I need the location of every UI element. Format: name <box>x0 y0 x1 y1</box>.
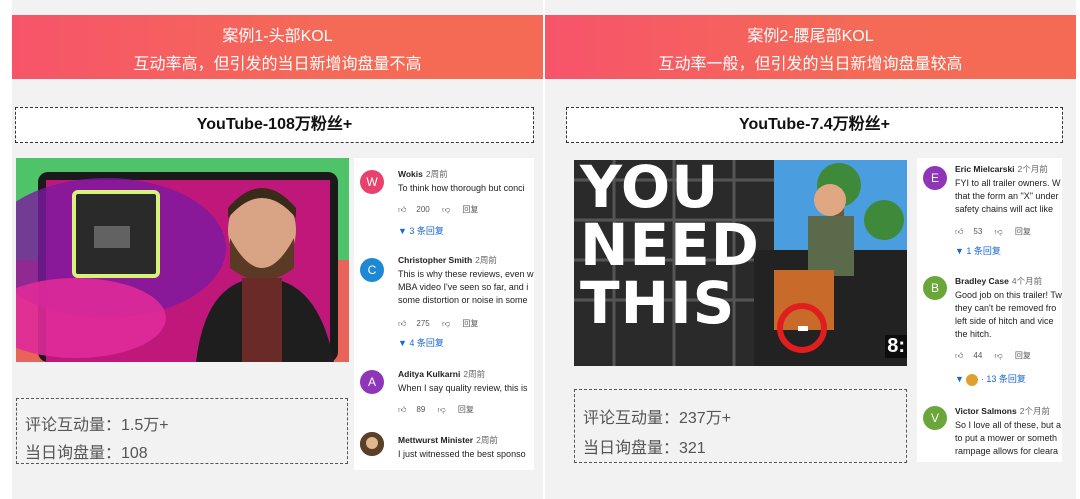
comment-actions: 👍︎ 200 👎︎ 回复 <box>398 204 488 215</box>
thumbs-up-icon[interactable]: 👍︎ <box>398 405 406 414</box>
comment-author[interactable]: Bradley Case 4个月前 <box>955 275 1042 287</box>
comment-text-line: they can't be removed fro <box>955 303 1057 313</box>
case-2-subtitle: 互动率一般，但引发的当日新增询盘量较高 <box>658 56 963 73</box>
comment-text-line: to put a mower or someth <box>955 433 1058 443</box>
case-2-banner: 案例2-腰尾部KOL 互动率一般，但引发的当日新增询盘量较高 <box>545 15 1076 79</box>
reply-button[interactable]: 回复 <box>1015 227 1031 236</box>
case-2-platform-label: YouTube-7.4万粉丝+ <box>566 107 1063 143</box>
caret-down-icon: ▼ <box>398 226 410 236</box>
case-1-panel: 案例1-头部KOL 互动率高，但引发的当日新增询盘量不高 YouTube-108… <box>12 0 543 499</box>
view-replies-button[interactable]: ▼ 1 条回复 <box>955 244 1001 257</box>
comment-item: B Bradley Case 4个月前 Good job on this trai… <box>917 270 1062 398</box>
comment-text-line: This is why these reviews, even w <box>398 269 534 279</box>
case-1-video-thumbnail[interactable] <box>16 158 349 362</box>
like-count: 53 <box>973 227 983 236</box>
thumbs-up-icon[interactable]: 👍︎ <box>955 227 963 236</box>
comment-text: I just witnessed the best sponso <box>398 449 526 459</box>
daily-inquiries-stat: 当日询盘量：321 <box>583 440 706 457</box>
comment-actions: 👍︎ 89 👎︎ 回复 <box>398 404 484 415</box>
comment-text-line: MBA video I've seen so far, and i <box>398 282 529 292</box>
comment-author[interactable]: Victor Salmons 2个月前 <box>955 405 1050 417</box>
creator-avatar <box>966 373 979 386</box>
avatar[interactable]: E <box>923 166 947 190</box>
thumbs-down-icon[interactable]: 👎︎ <box>442 319 450 328</box>
video-duration: 8: <box>885 335 907 358</box>
thumbs-up-icon[interactable]: 👍︎ <box>398 319 406 328</box>
thumbs-up-icon[interactable]: 👍︎ <box>398 205 406 214</box>
comment-text-line: safety chains will act like <box>955 204 1054 214</box>
daily-inquiries-stat: 当日询盘量：108 <box>25 445 148 462</box>
avatar[interactable]: B <box>923 276 947 300</box>
comment-item: A Aditya Kulkarni 2周前 When I say quality … <box>354 366 534 428</box>
avatar[interactable]: W <box>360 170 384 194</box>
thumbnail-caption: YOU NEED THIS <box>580 160 760 337</box>
avatar[interactable]: A <box>360 370 384 394</box>
view-replies-button[interactable]: ▼ · 13 条回复 <box>955 372 1026 386</box>
comment-item: E Eric Mielcarski 2个月前 FYI to all trailer… <box>917 158 1062 268</box>
caret-down-icon: ▼ <box>955 374 967 384</box>
comment-text-line: So I love all of these, but a <box>955 420 1062 430</box>
comment-item: Mettwurst Minister 2周前 I just witnessed t… <box>354 428 534 468</box>
thumbs-down-icon[interactable]: 👎︎ <box>442 205 450 214</box>
like-count: 44 <box>973 351 983 360</box>
case-1-title: 案例1-头部KOL <box>222 28 333 45</box>
reply-button[interactable]: 回复 <box>458 405 474 414</box>
laptop-review-illustration <box>16 158 349 362</box>
thumbs-up-icon[interactable]: 👍︎ <box>955 351 963 360</box>
comment-text: To think how thorough but conci <box>398 183 525 193</box>
view-replies-button[interactable]: ▼ 3 条回复 <box>398 224 444 237</box>
case-1-comments-panel: W Wokis 2周前 To think how thorough but con… <box>354 158 534 470</box>
avatar[interactable] <box>360 432 384 456</box>
reply-button[interactable]: 回复 <box>462 205 478 214</box>
comment-text-line: Good job on this trailer! Tw <box>955 290 1062 300</box>
thumbs-down-icon[interactable]: 👎︎ <box>438 405 446 414</box>
comment-item: W Wokis 2周前 To think how thorough but con… <box>354 158 534 248</box>
like-count: 275 <box>416 319 430 328</box>
comment-interactions-stat: 评论互动量：1.5万+ <box>25 417 169 434</box>
comment-author[interactable]: Mettwurst Minister 2周前 <box>398 434 498 446</box>
comment-text-line: that the form an "X" under <box>955 191 1059 201</box>
comment-text-line: rampage allows for cleara <box>955 446 1059 456</box>
view-replies-button[interactable]: ▼ 4 条回复 <box>398 336 444 349</box>
comment-author[interactable]: Wokis 2周前 <box>398 168 448 180</box>
comment-text-line: the hitch. <box>955 329 992 339</box>
comment-interactions-stat: 评论互动量：237万+ <box>583 410 732 427</box>
comment-item: V Victor Salmons 2个月前 So I love all of th… <box>917 400 1062 462</box>
caret-down-icon: ▼ <box>398 338 410 348</box>
case-1-banner: 案例1-头部KOL 互动率高，但引发的当日新增询盘量不高 <box>12 15 543 79</box>
case-1-platform-label: YouTube-108万粉丝+ <box>15 107 534 143</box>
caret-down-icon: ▼ <box>955 246 967 256</box>
case-2-stats-box: 评论互动量：237万+ 当日询盘量：321 <box>574 389 907 463</box>
comment-actions: 👍︎ 275 👎︎ 回复 <box>398 318 488 329</box>
like-count: 89 <box>416 405 426 414</box>
reply-button[interactable]: 回复 <box>462 319 478 328</box>
comment-text: When I say quality review, this is <box>398 383 528 393</box>
comment-author[interactable]: Aditya Kulkarni 2周前 <box>398 368 485 380</box>
comment-text-line: FYI to all trailer owners. W <box>955 178 1061 188</box>
case-2-comments-panel: E Eric Mielcarski 2个月前 FYI to all trailer… <box>917 158 1062 462</box>
comment-text-line: some distortion or noise in some <box>398 295 528 305</box>
comment-item: C Christopher Smith 2周前 This is why these… <box>354 250 534 368</box>
case-1-stats-box: 评论互动量：1.5万+ 当日询盘量：108 <box>16 398 348 464</box>
comment-text-line: left side of hitch and vice <box>955 316 1054 326</box>
case-2-panel: 案例2-腰尾部KOL 互动率一般，但引发的当日新增询盘量较高 YouTube-7… <box>545 0 1076 499</box>
like-count: 200 <box>416 205 430 214</box>
comment-actions: 👍︎ 44 👎︎ 回复 <box>955 350 1041 361</box>
avatar[interactable]: V <box>923 406 947 430</box>
comment-actions: 👍︎ 53 👎︎ 回复 <box>955 226 1041 237</box>
reply-button[interactable]: 回复 <box>1015 351 1031 360</box>
case-2-title: 案例2-腰尾部KOL <box>747 28 874 45</box>
comment-author[interactable]: Christopher Smith 2周前 <box>398 254 497 266</box>
case-1-subtitle: 互动率高，但引发的当日新增询盘量不高 <box>133 56 422 73</box>
thumbs-down-icon[interactable]: 👎︎ <box>995 227 1003 236</box>
comment-author[interactable]: Eric Mielcarski 2个月前 <box>955 163 1048 175</box>
avatar[interactable]: C <box>360 258 384 282</box>
case-2-video-thumbnail[interactable]: YOU NEED THIS 8: <box>574 160 907 366</box>
thumbs-down-icon[interactable]: 👎︎ <box>995 351 1003 360</box>
